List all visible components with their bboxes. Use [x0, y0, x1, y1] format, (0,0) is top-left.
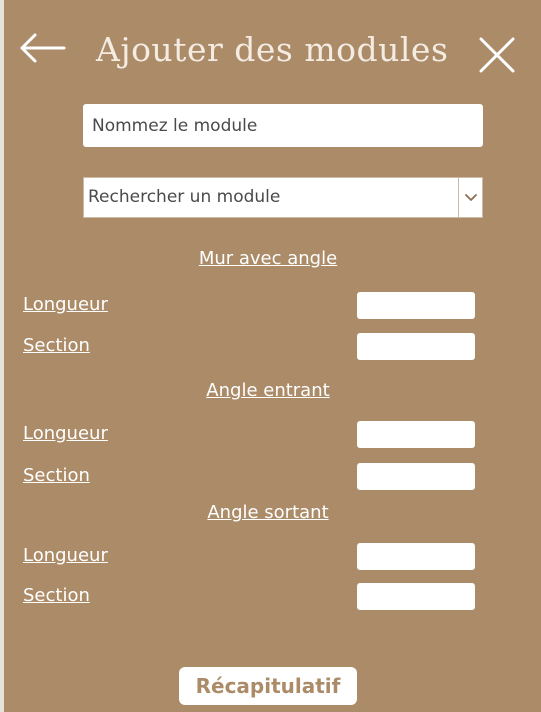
module-search-select[interactable]: Rechercher un module	[83, 177, 483, 218]
window-edge	[0, 0, 4, 712]
longueur-input[interactable]	[357, 292, 475, 319]
summary-button[interactable]: Récapitulatif	[179, 667, 357, 705]
section-input[interactable]	[357, 333, 475, 360]
longueur-input[interactable]	[357, 543, 475, 570]
field-label-section[interactable]: Section	[23, 465, 90, 486]
field-label-section[interactable]: Section	[23, 585, 90, 606]
section-title-angle-entrant[interactable]: Angle entrant	[4, 380, 532, 401]
section-title-angle-sortant[interactable]: Angle sortant	[4, 502, 532, 523]
section-title-mur-avec-angle[interactable]: Mur avec angle	[4, 248, 532, 269]
module-name-input[interactable]	[83, 104, 483, 147]
page-title: Ajouter des modules	[96, 30, 449, 69]
module-search-select-value: Rechercher un module	[88, 187, 281, 207]
close-icon[interactable]	[478, 36, 516, 74]
arrow-left-icon[interactable]	[18, 32, 66, 64]
field-label-longueur[interactable]: Longueur	[23, 545, 108, 566]
chevron-down-icon[interactable]	[458, 178, 482, 217]
section-input[interactable]	[357, 583, 475, 610]
field-label-section[interactable]: Section	[23, 335, 90, 356]
longueur-input[interactable]	[357, 421, 475, 448]
field-label-longueur[interactable]: Longueur	[23, 423, 108, 444]
section-input[interactable]	[357, 463, 475, 490]
field-label-longueur[interactable]: Longueur	[23, 294, 108, 315]
